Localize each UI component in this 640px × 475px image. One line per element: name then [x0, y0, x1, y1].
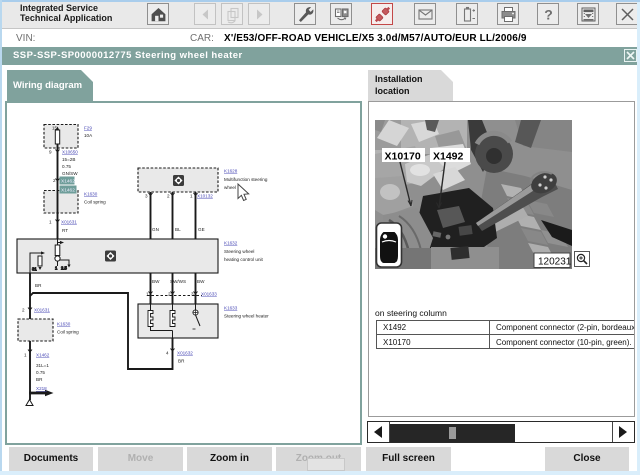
svg-text:1: 1	[24, 353, 27, 358]
svg-text:X10650: X10650	[62, 150, 78, 155]
svg-text:1: 1	[146, 292, 149, 297]
svg-text:GE: GE	[198, 227, 205, 232]
svg-text:9: 9	[49, 150, 52, 155]
svg-text:BW: BW	[197, 279, 205, 284]
svg-text:2.5: 2.5	[61, 266, 67, 271]
svg-text:2: 2	[53, 178, 56, 183]
svg-text:X01633: X01633	[201, 292, 217, 297]
svg-text:X1462: X1462	[61, 179, 75, 185]
svg-text:BL: BL	[175, 227, 181, 232]
svg-text:X01632: X01632	[177, 351, 193, 356]
svg-text:31: 31	[32, 267, 37, 272]
svg-text:X1492: X1492	[433, 151, 464, 163]
svg-text:RT: RT	[62, 228, 68, 233]
svg-text:120231: 120231	[538, 257, 572, 268]
svg-text:2: 2	[168, 292, 171, 297]
svg-text:Steering wheel: Steering wheel	[224, 249, 254, 254]
svg-text:X01631: X01631	[61, 220, 77, 225]
svg-text:wheel: wheel	[224, 185, 236, 190]
svg-text:GN/SW: GN/SW	[62, 171, 78, 176]
svg-text:BR: BR	[178, 359, 185, 364]
svg-text:K1633: K1633	[224, 306, 238, 311]
svg-text:K1632: K1632	[224, 241, 238, 246]
svg-text:Coil spring: Coil spring	[57, 330, 79, 335]
svg-text:31L=1: 31L=1	[36, 363, 49, 368]
svg-text:3: 3	[191, 292, 194, 297]
svg-text:SW/WS: SW/WS	[170, 279, 186, 284]
svg-text:BR: BR	[36, 377, 43, 382]
svg-text:X218: X218	[36, 386, 47, 391]
svg-text:BW: BW	[152, 279, 160, 284]
svg-text:2: 2	[22, 308, 25, 313]
svg-text:GN: GN	[152, 227, 159, 232]
svg-text:Coil spring: Coil spring	[84, 200, 106, 205]
svg-text:0.75: 0.75	[36, 370, 45, 375]
svg-text:F29: F29	[84, 126, 92, 131]
svg-text:X1462: X1462	[61, 188, 75, 194]
svg-text:0.75: 0.75	[62, 164, 71, 169]
svg-text:1: 1	[190, 194, 193, 199]
svg-text:Multifunction steering: Multifunction steering	[224, 177, 268, 182]
svg-text:?: ?	[544, 7, 553, 23]
svg-text:1: 1	[49, 220, 52, 225]
svg-text:2: 2	[167, 194, 170, 199]
svg-text:15: 15	[52, 126, 58, 131]
svg-text:Steering wheel heater: Steering wheel heater	[224, 314, 269, 319]
svg-text:10A: 10A	[84, 133, 93, 138]
svg-text:X01631: X01631	[34, 308, 50, 313]
svg-text:15=2B: 15=2B	[62, 157, 75, 162]
svg-text:BR: BR	[35, 283, 42, 288]
svg-text:heating control unit: heating control unit	[224, 257, 264, 262]
svg-text:3: 3	[145, 194, 148, 199]
svg-text:X1462: X1462	[36, 353, 50, 358]
svg-text:K1630: K1630	[57, 322, 71, 327]
svg-text:X10132: X10132	[197, 194, 213, 199]
svg-text:K1630: K1630	[84, 192, 98, 197]
svg-text:4: 4	[166, 351, 169, 356]
svg-text:X10170: X10170	[385, 151, 421, 163]
svg-text:K1628: K1628	[224, 169, 238, 174]
